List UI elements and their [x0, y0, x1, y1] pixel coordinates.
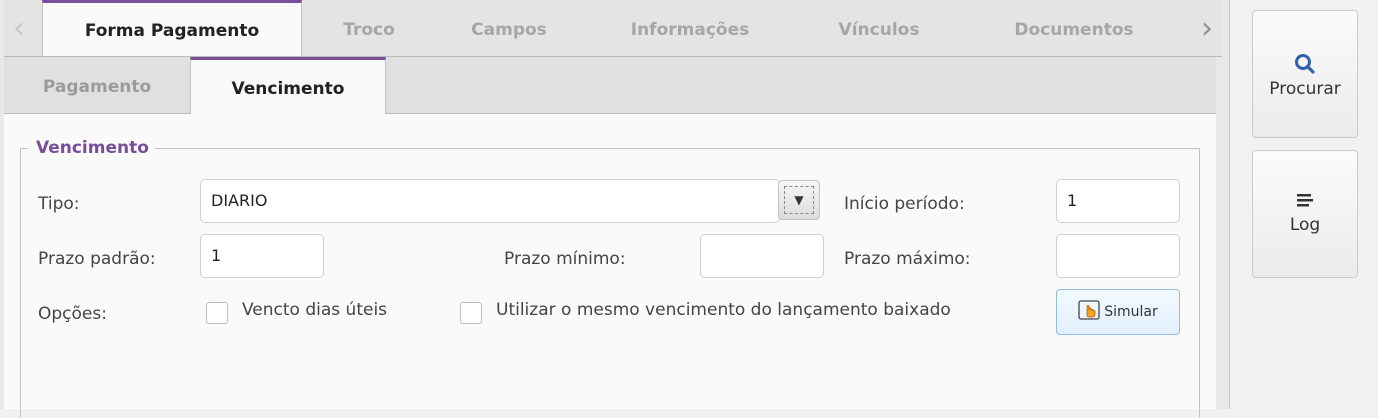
- vencto-dias-uteis-checkbox[interactable]: [206, 302, 228, 324]
- tab-scroll-right-icon[interactable]: ›: [1192, 0, 1222, 56]
- subtab-bar: Pagamento Vencimento: [4, 57, 1216, 114]
- tab-bar: ‹ Forma Pagamento Troco Campos Informaçõ…: [4, 0, 1222, 57]
- mesmo-vencimento-label: Utilizar o mesmo vencimento do lançament…: [496, 300, 951, 320]
- prazo-padrao-label: Prazo padrão:: [38, 249, 156, 269]
- search-icon: [1295, 54, 1315, 74]
- vencimento-content: Vencimento Tipo: DIARIO ▼ Início período…: [4, 114, 1216, 418]
- prazo-maximo-field[interactable]: [1056, 234, 1180, 278]
- chevron-down-icon: ▼: [784, 186, 814, 214]
- subtab-pagamento[interactable]: Pagamento: [4, 57, 190, 113]
- log-lines-icon: [1297, 194, 1313, 207]
- simular-button[interactable]: Simular: [1056, 289, 1180, 335]
- tab-documentos[interactable]: Documentos: [994, 0, 1154, 56]
- vencto-dias-uteis-label: Vencto dias úteis: [242, 300, 388, 320]
- tab-forma-pagamento[interactable]: Forma Pagamento: [42, 0, 302, 56]
- group-title: Vencimento: [28, 138, 155, 158]
- tab-campos[interactable]: Campos: [434, 0, 584, 56]
- tab-informacoes[interactable]: Informações: [600, 0, 780, 56]
- procurar-label: Procurar: [1269, 79, 1341, 99]
- tipo-label: Tipo:: [38, 194, 80, 214]
- prazo-padrao-field[interactable]: 1: [200, 234, 324, 278]
- tab-troco[interactable]: Troco: [304, 0, 434, 56]
- mesmo-vencimento-checkbox[interactable]: [460, 302, 482, 324]
- opcoes-label: Opções:: [38, 304, 107, 324]
- inicio-periodo-field[interactable]: 1: [1056, 179, 1180, 223]
- log-button[interactable]: Log: [1252, 150, 1358, 278]
- tipo-select[interactable]: DIARIO: [200, 179, 780, 223]
- prazo-minimo-label: Prazo mínimo:: [504, 249, 626, 269]
- hand-pointer-icon: [1078, 300, 1100, 324]
- log-label: Log: [1289, 215, 1321, 235]
- prazo-maximo-label: Prazo máximo:: [844, 249, 971, 269]
- tipo-dropdown-button[interactable]: ▼: [778, 180, 820, 220]
- simular-label: Simular: [1104, 304, 1158, 320]
- tab-vinculos[interactable]: Vínculos: [804, 0, 954, 56]
- tab-scroll-left-icon[interactable]: ‹: [4, 0, 34, 56]
- procurar-button[interactable]: Procurar: [1252, 10, 1358, 138]
- main-panel: ‹ Forma Pagamento Troco Campos Informaçõ…: [0, 0, 1230, 418]
- inicio-periodo-label: Início período:: [844, 194, 965, 214]
- subtab-vencimento[interactable]: Vencimento: [190, 57, 386, 114]
- prazo-minimo-field[interactable]: [700, 234, 824, 278]
